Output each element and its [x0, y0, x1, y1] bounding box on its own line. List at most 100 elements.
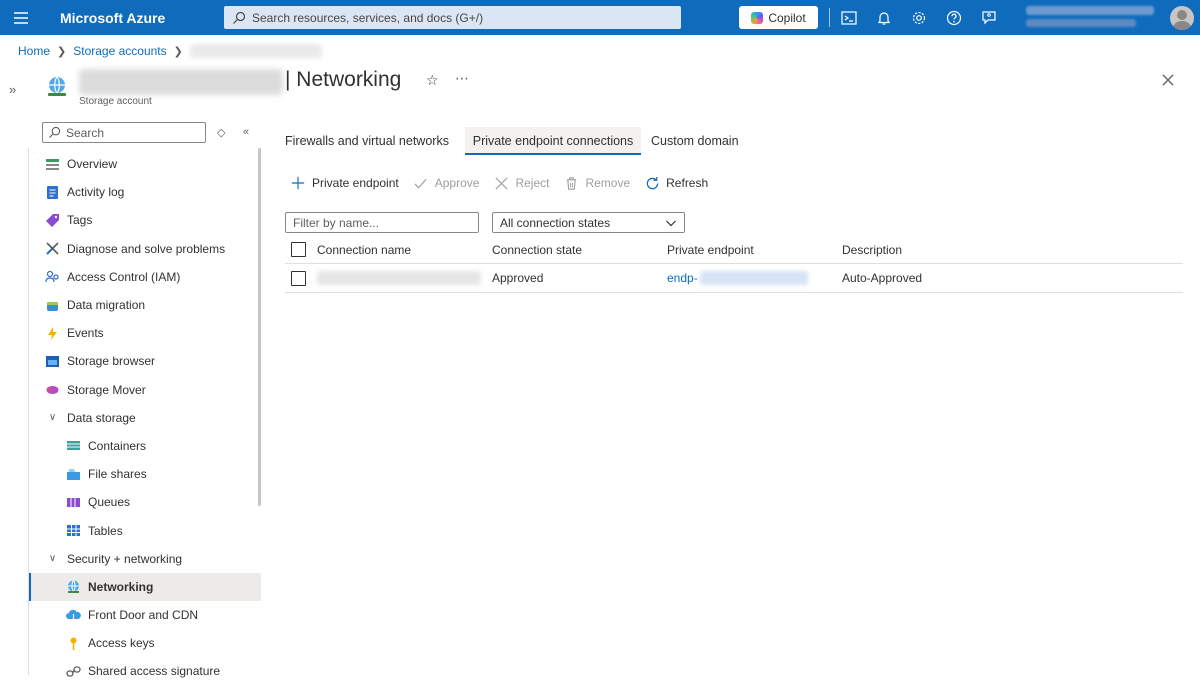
nav-item-activity-log[interactable]: Activity log	[29, 178, 261, 206]
global-search-input[interactable]: Search resources, services, and docs (G+…	[224, 6, 681, 29]
breadcrumb-storage-accounts[interactable]: Storage accounts	[73, 44, 166, 58]
close-icon[interactable]	[1160, 72, 1176, 88]
nav-search-input[interactable]: Search	[42, 122, 206, 143]
column-header[interactable]: Description	[842, 243, 1042, 257]
private-endpoint-cell[interactable]: endp-	[667, 271, 842, 285]
nav-item-data-migration[interactable]: Data migration	[29, 291, 261, 319]
nav-item-label: Storage browser	[67, 354, 156, 369]
column-header[interactable]: Private endpoint	[667, 243, 842, 257]
breadcrumb: Home ❯ Storage accounts ❯	[18, 44, 322, 58]
portal-menu-button[interactable]	[0, 0, 42, 35]
nav-item-overview[interactable]: Overview	[29, 150, 261, 178]
filter-placeholder: Filter by name...	[293, 215, 380, 230]
approve-button[interactable]: Approve	[413, 175, 479, 191]
column-header[interactable]: Connection state	[492, 243, 667, 257]
nav-item-label: Storage Mover	[67, 382, 146, 397]
refresh-button[interactable]: Refresh	[644, 175, 708, 191]
account-name-blurred	[1026, 6, 1154, 15]
nav-item-label: Data migration	[67, 298, 146, 313]
filter-by-name-input[interactable]: Filter by name...	[285, 212, 479, 233]
table-header: Connection name Connection state Private…	[285, 236, 1183, 264]
description-cell: Auto-Approved	[842, 271, 923, 285]
nav-item-label: Containers	[88, 438, 147, 453]
chevron-down-icon	[665, 217, 677, 229]
notifications-icon[interactable]	[874, 8, 893, 27]
nav-item-shared-access-signature[interactable]: Shared access signature	[29, 657, 261, 685]
nav-item-storage-browser[interactable]: Storage browser	[29, 347, 261, 375]
iam-icon	[45, 269, 60, 284]
copilot-icon	[751, 11, 764, 24]
nav-item-events[interactable]: Events	[29, 319, 261, 347]
feedback-icon[interactable]	[979, 8, 998, 27]
column-header[interactable]: Connection name	[317, 243, 492, 257]
reject-button[interactable]: Reject	[493, 175, 549, 191]
brand-title[interactable]: Microsoft Azure	[60, 10, 224, 26]
table-row[interactable]: Approved endp- Auto-Approved	[285, 264, 1183, 293]
expand-panel-icon[interactable]: »	[9, 82, 16, 97]
resource-name-blurred	[79, 69, 283, 95]
nav-item-tags[interactable]: Tags	[29, 206, 261, 234]
nav-item-access-keys[interactable]: Access keys	[29, 629, 261, 657]
nav-item-file-shares[interactable]: File shares	[29, 460, 261, 488]
select-all-checkbox[interactable]	[285, 242, 317, 257]
tab-private-endpoint-connections[interactable]: Private endpoint connections	[465, 127, 641, 155]
nav-item-label: Queues	[88, 495, 131, 510]
add-private-endpoint-label: Private endpoint	[312, 176, 399, 190]
account-directory-blurred	[1026, 19, 1136, 27]
more-options-icon[interactable]: ⋯	[455, 70, 470, 87]
nav-group-label: Data storage	[67, 410, 136, 425]
nav-item-diagnose[interactable]: Diagnose and solve problems	[29, 235, 261, 263]
resource-type: Storage account	[79, 96, 152, 107]
collapse-nav-icon[interactable]: «	[243, 126, 249, 138]
breadcrumb-resource-blurred[interactable]	[189, 44, 322, 58]
private-endpoint-blurred[interactable]	[699, 271, 808, 285]
chevron-down-icon: ∨	[48, 553, 57, 565]
reject-x-icon	[493, 175, 509, 191]
refresh-icon	[644, 175, 660, 191]
connection-state-dropdown[interactable]: All connection states	[492, 212, 685, 233]
remove-button[interactable]: Remove	[563, 175, 630, 191]
tab-firewalls[interactable]: Firewalls and virtual networks	[285, 127, 465, 155]
nav-item-networking[interactable]: Networking	[29, 572, 261, 602]
events-icon	[45, 326, 60, 341]
nav-item-iam[interactable]: Access Control (IAM)	[29, 263, 261, 291]
storage-browser-icon	[45, 354, 60, 369]
nav-group-data-storage[interactable]: ∨ Data storage	[29, 404, 261, 432]
copilot-button[interactable]: Copilot	[739, 6, 818, 29]
connection-name-blurred	[317, 271, 481, 285]
connection-state-cell: Approved	[492, 271, 544, 285]
plus-icon	[290, 175, 306, 191]
nav-item-tables[interactable]: Tables	[29, 516, 261, 544]
nav-group-label: Security + networking	[67, 551, 183, 566]
overview-icon	[45, 157, 60, 172]
favorite-star-icon[interactable]: ☆	[426, 72, 439, 89]
cloud-shell-icon[interactable]	[839, 8, 858, 27]
command-bar: Private endpoint Approve Reject Remove R…	[290, 175, 722, 191]
breadcrumb-home[interactable]: Home	[18, 44, 50, 58]
nav-item-label: Overview	[67, 157, 118, 172]
row-checkbox[interactable]	[285, 270, 317, 286]
settings-icon[interactable]	[909, 8, 928, 27]
avatar[interactable]	[1170, 6, 1194, 30]
sas-icon	[66, 664, 81, 679]
checkmark-icon	[413, 175, 429, 191]
networking-icon	[66, 579, 81, 594]
sort-toggle-icon[interactable]: ◇	[217, 126, 225, 139]
private-endpoint-link[interactable]: endp-	[667, 271, 698, 285]
nav-item-front-door[interactable]: Front Door and CDN	[29, 601, 261, 629]
tab-custom-domain[interactable]: Custom domain	[641, 127, 741, 155]
resource-menu: Overview Activity log Tags Diagnose and …	[29, 150, 261, 686]
add-private-endpoint-button[interactable]: Private endpoint	[290, 175, 399, 191]
account-info[interactable]	[1026, 6, 1156, 30]
connection-name-cell	[317, 271, 492, 285]
global-search-placeholder: Search resources, services, and docs (G+…	[252, 10, 484, 25]
nav-item-storage-mover[interactable]: Storage Mover	[29, 376, 261, 404]
nav-item-label: Access keys	[88, 636, 155, 651]
nav-item-containers[interactable]: Containers	[29, 432, 261, 460]
diagnose-icon	[45, 241, 60, 256]
help-icon[interactable]	[944, 8, 963, 27]
refresh-label: Refresh	[666, 176, 709, 190]
nav-group-security-networking[interactable]: ∨ Security + networking	[29, 545, 261, 573]
data-migration-icon	[45, 298, 60, 313]
nav-item-queues[interactable]: Queues	[29, 488, 261, 516]
